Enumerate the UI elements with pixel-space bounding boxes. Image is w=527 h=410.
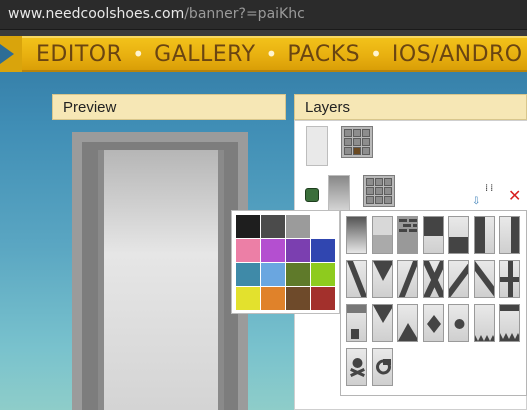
color-swatch[interactable]	[236, 287, 260, 310]
layers-panel-title: Layers	[294, 94, 527, 120]
layer-thumbnail	[306, 126, 328, 166]
url-path: /banner?=paiKhc	[184, 6, 305, 22]
color-swatch[interactable]	[311, 215, 335, 238]
pattern-tile[interactable]	[422, 304, 444, 342]
pattern-tile[interactable]	[371, 260, 393, 298]
pattern-tile[interactable]	[346, 348, 367, 386]
color-swatch[interactable]	[236, 263, 260, 286]
pattern-tile[interactable]	[448, 260, 469, 298]
nav-separator: •	[370, 42, 382, 66]
color-palette	[231, 210, 340, 314]
pattern-tile[interactable]	[448, 304, 469, 342]
move-down-icon[interactable]: ⇩	[472, 196, 480, 207]
color-swatch[interactable]	[286, 239, 310, 262]
color-swatch[interactable]	[261, 239, 285, 262]
nav-separator: •	[265, 42, 278, 66]
color-swatch[interactable]	[236, 239, 260, 262]
nav-editor[interactable]: EDITOR	[36, 42, 122, 67]
layer-thumbnail	[328, 175, 350, 215]
pattern-tile[interactable]	[371, 348, 393, 386]
pattern-tile[interactable]	[397, 260, 418, 298]
pattern-tile[interactable]	[473, 216, 495, 254]
pattern-tile[interactable]	[499, 260, 520, 298]
nav-packs[interactable]: PACKS	[287, 42, 360, 67]
color-swatch[interactable]	[311, 239, 335, 262]
nav-arrow-icon	[0, 44, 14, 64]
drag-handle-icon[interactable]: ⁞⁞	[485, 184, 495, 194]
main-nav: EDITOR • GALLERY • PACKS • IOS/ANDRO	[22, 36, 527, 72]
pattern-tile[interactable]	[422, 216, 444, 254]
pattern-tile[interactable]	[473, 260, 495, 298]
color-swatch[interactable]	[261, 215, 285, 238]
color-swatch[interactable]	[261, 263, 285, 286]
color-swatch[interactable]	[236, 215, 260, 238]
layer-settings-icon[interactable]	[305, 188, 319, 202]
preview-panel-title: Preview	[52, 94, 286, 120]
pattern-tile[interactable]	[346, 216, 367, 254]
pattern-tile[interactable]	[422, 260, 444, 298]
pattern-chooser	[340, 210, 527, 396]
color-swatch[interactable]	[286, 263, 310, 286]
pattern-tile[interactable]	[346, 260, 367, 298]
delete-layer-icon[interactable]: ✕	[508, 186, 521, 205]
pattern-tile[interactable]	[397, 304, 418, 342]
pattern-tile[interactable]	[499, 216, 520, 254]
crafting-recipe-icon	[341, 126, 373, 158]
pattern-tile[interactable]	[371, 216, 393, 254]
pattern-tile[interactable]	[473, 304, 495, 342]
pattern-tile[interactable]	[346, 304, 367, 342]
crafting-recipe-icon	[363, 175, 395, 207]
browser-url-bar[interactable]: www.needcoolshoes.com/banner?=paiKhc	[0, 0, 527, 30]
color-swatch[interactable]	[311, 287, 335, 310]
nav-gallery[interactable]: GALLERY	[154, 42, 255, 67]
color-swatch[interactable]	[286, 215, 310, 238]
pattern-tile[interactable]	[448, 216, 469, 254]
pattern-tile[interactable]	[371, 304, 393, 342]
color-swatch[interactable]	[261, 287, 285, 310]
color-swatch[interactable]	[286, 287, 310, 310]
banner-preview-image	[98, 150, 224, 410]
pattern-tile[interactable]	[397, 216, 418, 254]
nav-ios-android[interactable]: IOS/ANDRO	[392, 42, 523, 67]
color-swatch[interactable]	[311, 263, 335, 286]
url-host: www.needcoolshoes.com	[8, 6, 185, 22]
pattern-tile[interactable]	[499, 304, 520, 342]
layer-row-base[interactable]	[295, 121, 527, 173]
nav-separator: •	[132, 42, 145, 66]
url-text[interactable]: www.needcoolshoes.com/banner?=paiKhc	[8, 6, 305, 22]
